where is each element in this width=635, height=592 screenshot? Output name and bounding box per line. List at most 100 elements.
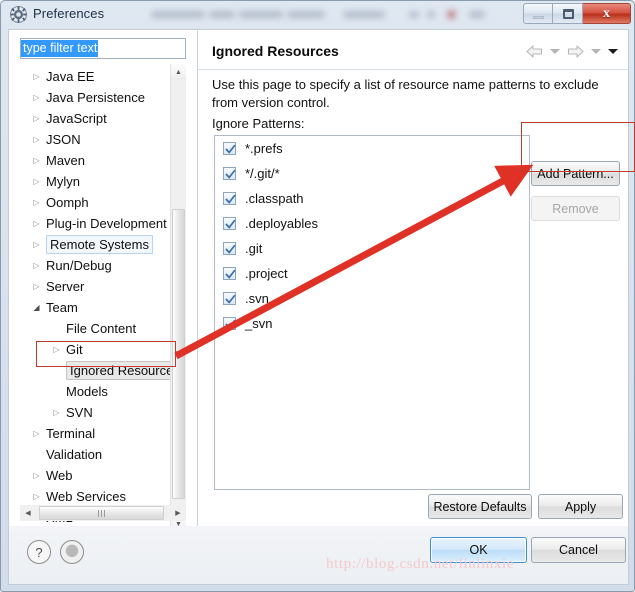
twisty-collapsed-icon[interactable]: ▷ bbox=[50, 402, 63, 423]
minimize-button[interactable] bbox=[523, 3, 553, 24]
page-nav-icons bbox=[526, 45, 618, 58]
question-mark-icon[interactable]: ? bbox=[27, 540, 51, 564]
preferences-tree[interactable]: ▷ Java EE ▷ Java Persistence ▷ JavaScript ▷ JSO… bbox=[20, 64, 186, 532]
pattern-checkbox[interactable] bbox=[223, 217, 236, 230]
filter-input-value: type filter text bbox=[21, 40, 99, 57]
sidebar-item-label: Mylyn bbox=[46, 174, 80, 189]
list-item[interactable]: */.git/* bbox=[215, 161, 529, 186]
list-item[interactable]: .git bbox=[215, 236, 529, 261]
ignore-patterns-list[interactable]: *.prefs */.git/* .classpath .deployables .gi… bbox=[214, 135, 530, 490]
twisty-collapsed-icon[interactable]: ▷ bbox=[30, 129, 43, 150]
sidebar-item-label: Oomph bbox=[46, 195, 89, 210]
list-item[interactable]: .classpath bbox=[215, 186, 529, 211]
checkmark-icon bbox=[225, 269, 236, 279]
sidebar-item-plug-in-development[interactable]: ▷ Plug-in Development bbox=[20, 213, 172, 234]
checkmark-icon bbox=[225, 319, 236, 329]
pattern-label: *.prefs bbox=[245, 141, 283, 156]
sidebar-item-file-content[interactable]: File Content bbox=[20, 318, 172, 339]
pattern-checkbox[interactable] bbox=[223, 142, 236, 155]
pattern-checkbox[interactable] bbox=[223, 167, 236, 180]
pattern-checkbox[interactable] bbox=[223, 192, 236, 205]
sidebar-item-terminal[interactable]: ▷ Terminal bbox=[20, 423, 172, 444]
sidebar-item-json[interactable]: ▷ JSON bbox=[20, 129, 172, 150]
twisty-collapsed-icon[interactable]: ▷ bbox=[30, 276, 43, 297]
sidebar-item-label: Terminal bbox=[46, 426, 96, 441]
tree-vertical-scrollbar[interactable]: ▲ ▼ bbox=[170, 64, 186, 532]
forward-menu-chevron-down-icon[interactable] bbox=[591, 49, 601, 54]
window-controls: x bbox=[523, 3, 631, 24]
twisty-collapsed-icon[interactable]: ▷ bbox=[30, 108, 43, 129]
sidebar-item-remote-systems[interactable]: ▷ Remote Systems bbox=[20, 234, 172, 255]
tree-hscroll-thumb[interactable] bbox=[39, 506, 164, 520]
close-button[interactable]: x bbox=[583, 3, 631, 24]
sidebar-item-label: Maven bbox=[46, 153, 86, 168]
restore-defaults-button[interactable]: Restore Defaults bbox=[428, 494, 532, 519]
sidebar-item-validation[interactable]: Validation bbox=[20, 444, 172, 465]
twisty-collapsed-icon[interactable]: ▷ bbox=[30, 66, 43, 87]
window-title: Preferences bbox=[33, 6, 105, 21]
scroll-up-icon[interactable]: ▲ bbox=[171, 64, 186, 80]
ignore-patterns-label: Ignore Patterns: bbox=[212, 116, 305, 131]
title-ghost-text bbox=[151, 7, 491, 23]
sidebar-item-server[interactable]: ▷ Server bbox=[20, 276, 172, 297]
scroll-thumb-grip bbox=[176, 351, 183, 357]
list-item[interactable]: *.prefs bbox=[215, 136, 529, 161]
twisty-collapsed-icon[interactable]: ▷ bbox=[30, 192, 43, 213]
maximize-button[interactable] bbox=[553, 3, 583, 24]
scroll-left-icon[interactable]: ◀ bbox=[20, 505, 36, 521]
circle-menu-icon[interactable] bbox=[60, 540, 84, 564]
sidebar-item-java-ee[interactable]: ▷ Java EE bbox=[20, 66, 172, 87]
sidebar-item-oomph[interactable]: ▷ Oomph bbox=[20, 192, 172, 213]
sidebar-item-web-services[interactable]: ▷ Web Services bbox=[20, 486, 172, 507]
twisty-collapsed-icon[interactable]: ▷ bbox=[30, 171, 43, 192]
twisty-collapsed-icon[interactable]: ▷ bbox=[30, 234, 43, 255]
dialog-body: type filter text ▷ Java EE ▷ Java Persisten… bbox=[8, 29, 629, 532]
sidebar-item-mylyn[interactable]: ▷ Mylyn bbox=[20, 171, 172, 192]
sidebar-item-team[interactable]: ◢ Team bbox=[20, 297, 172, 318]
scroll-right-icon[interactable]: ▶ bbox=[170, 505, 186, 521]
back-arrow-icon[interactable] bbox=[526, 45, 543, 58]
view-menu-chevron-down-icon[interactable] bbox=[608, 49, 618, 54]
twisty-collapsed-icon[interactable]: ▷ bbox=[30, 213, 43, 234]
cancel-button[interactable]: Cancel bbox=[531, 537, 626, 563]
minimize-icon bbox=[533, 16, 544, 19]
sidebar-item-run-debug[interactable]: ▷ Run/Debug bbox=[20, 255, 172, 276]
sidebar-item-models[interactable]: Models bbox=[20, 381, 172, 402]
pattern-checkbox[interactable] bbox=[223, 292, 236, 305]
ok-button[interactable]: OK bbox=[430, 537, 527, 563]
twisty-expanded-icon[interactable]: ◢ bbox=[30, 297, 43, 318]
sidebar-item-web[interactable]: ▷ Web bbox=[20, 465, 172, 486]
twisty-collapsed-icon[interactable]: ▷ bbox=[30, 87, 43, 108]
sidebar-item-label: Web Services bbox=[46, 489, 126, 504]
twisty-collapsed-icon[interactable]: ▷ bbox=[30, 423, 43, 444]
title-bar[interactable]: Preferences x bbox=[1, 1, 634, 29]
checkmark-icon bbox=[225, 219, 236, 229]
apply-button[interactable]: Apply bbox=[538, 494, 623, 519]
tree-horizontal-scrollbar[interactable]: ◀ ▶ bbox=[20, 505, 186, 521]
sidebar-item-label: Web bbox=[46, 468, 73, 483]
filter-input[interactable]: type filter text bbox=[20, 38, 186, 59]
pattern-label: .svn bbox=[245, 291, 269, 306]
sidebar-item-label: SVN bbox=[66, 405, 93, 420]
page-content-pane: Ignored Resources Use this page to speci… bbox=[198, 30, 628, 526]
twisty-collapsed-icon[interactable]: ▷ bbox=[30, 465, 43, 486]
list-item[interactable]: .deployables bbox=[215, 211, 529, 236]
twisty-collapsed-icon[interactable]: ▷ bbox=[30, 486, 43, 507]
forward-arrow-icon[interactable] bbox=[567, 45, 584, 58]
twisty-collapsed-icon[interactable]: ▷ bbox=[30, 255, 43, 276]
twisty-collapsed-icon[interactable]: ▷ bbox=[30, 150, 43, 171]
pattern-checkbox[interactable] bbox=[223, 317, 236, 330]
sidebar-item-javascript[interactable]: ▷ JavaScript bbox=[20, 108, 172, 129]
pattern-checkbox[interactable] bbox=[223, 242, 236, 255]
window-frame: Preferences x type filter text ▷ Java EE… bbox=[0, 0, 635, 592]
list-item[interactable]: _svn bbox=[215, 311, 529, 336]
sidebar-item-svn[interactable]: ▷ SVN bbox=[20, 402, 172, 423]
list-item[interactable]: .svn bbox=[215, 286, 529, 311]
preferences-dialog: Preferences x type filter text ▷ Java EE… bbox=[0, 0, 635, 592]
pattern-checkbox[interactable] bbox=[223, 267, 236, 280]
list-item[interactable]: .project bbox=[215, 261, 529, 286]
sidebar-item-maven[interactable]: ▷ Maven bbox=[20, 150, 172, 171]
sidebar-item-java-persistence[interactable]: ▷ Java Persistence bbox=[20, 87, 172, 108]
sidebar-item-label: Server bbox=[46, 279, 85, 294]
back-menu-chevron-down-icon[interactable] bbox=[550, 49, 560, 54]
